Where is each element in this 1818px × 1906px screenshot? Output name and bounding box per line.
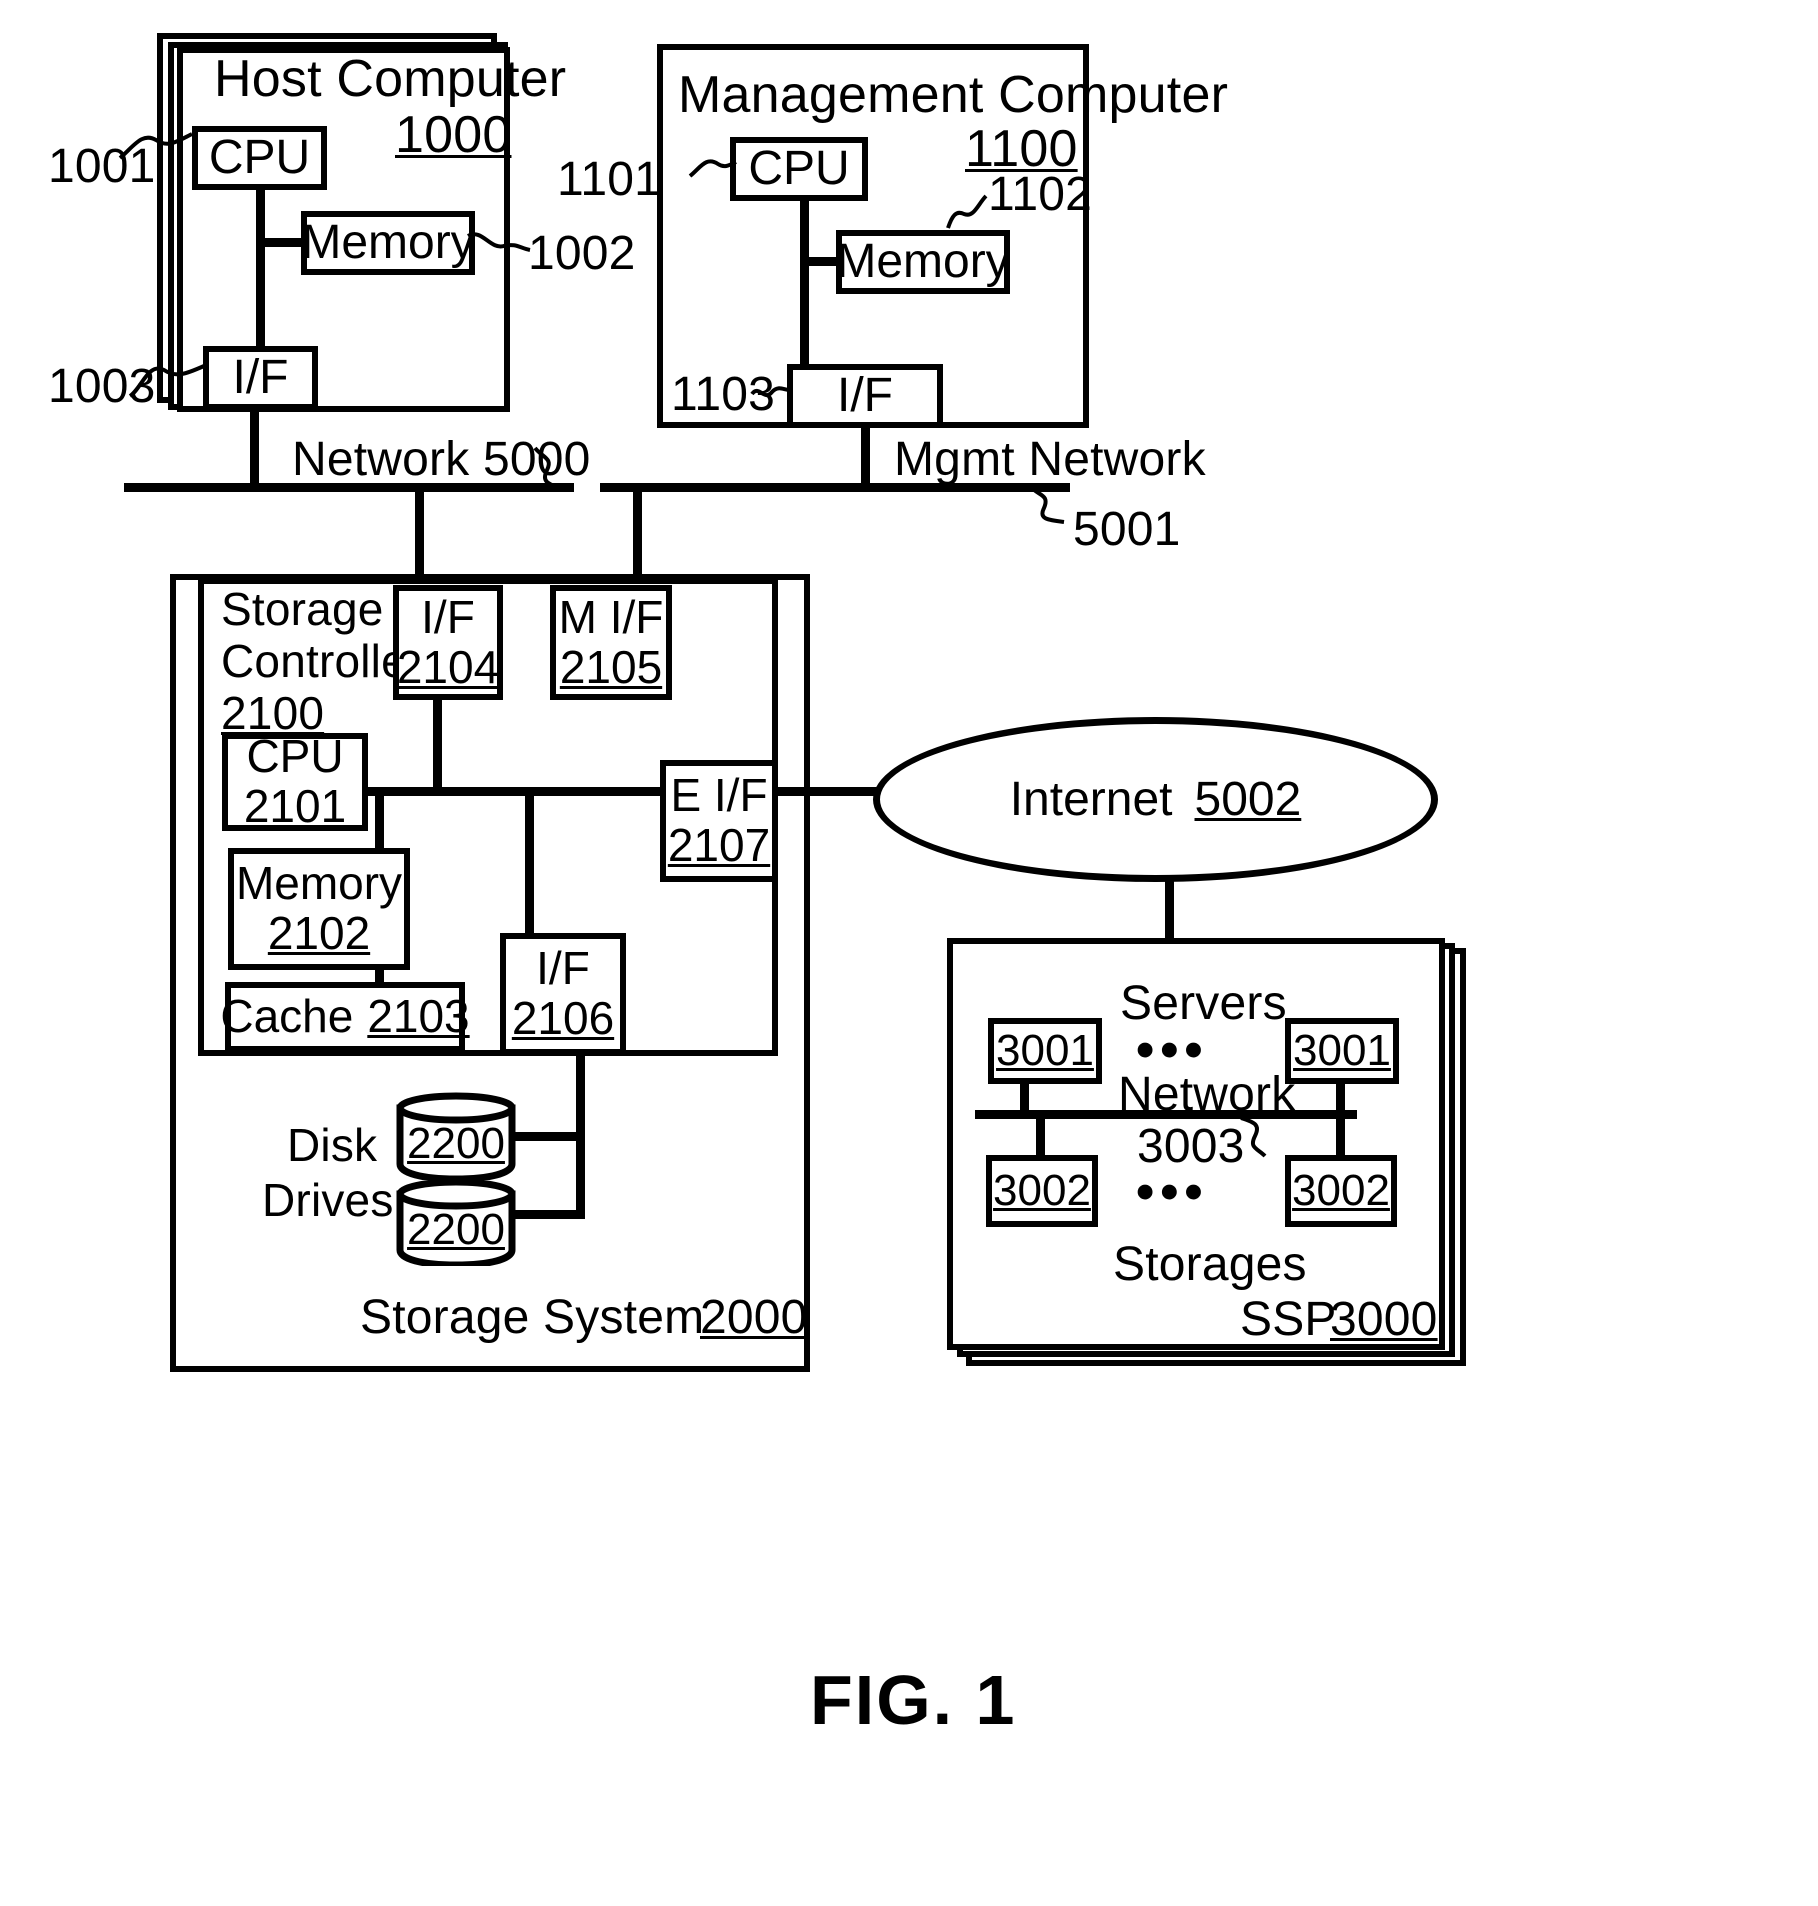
patent-figure-1: Host Computer 1000 CPU Memory I/F 1001 1… (0, 0, 1818, 1906)
ssp-ref: 3000 (1330, 1293, 1438, 1346)
internet-label: Internet (1009, 772, 1173, 826)
mgmt-iface-label: I/F (837, 369, 893, 423)
network-5000-label: Network 5000 (292, 433, 591, 486)
management-computer-title: Management Computer (678, 66, 1229, 124)
ssp-server-1-drop (1020, 1084, 1029, 1112)
mgmt-cpu-ref: 1101 (557, 153, 662, 206)
host-memory-ref: 1002 (528, 227, 636, 280)
host-computer-ref: 1000 (395, 106, 512, 164)
storage-cpu-label: CPU (246, 730, 344, 783)
ssp-server-2-ref: 3001 (1293, 1026, 1391, 1076)
ssp-storage-2-drop (1336, 1110, 1345, 1155)
eif-to-internet-line (778, 787, 878, 796)
storage-cache-ref: 2103 (367, 990, 470, 1043)
storage-memory-labels: Memory 2102 (228, 848, 410, 970)
storage-memory-ref: 2102 (267, 907, 371, 959)
storage-memory-label: Memory (235, 857, 403, 910)
disk-drive-2-ref: 2200 (407, 1205, 505, 1255)
mgmt-cpu-memory-bus-vert (800, 200, 809, 368)
host-iface-label: I/F (232, 351, 289, 405)
mgmt-memory-ref: 1102 (988, 168, 1093, 221)
iface2106-to-disk1-horiz (505, 1132, 585, 1141)
controller-bus-from-2104 (433, 700, 442, 795)
storage-iface-2106-labels: I/F 2106 (500, 933, 626, 1055)
host-cpu-ref: 1001 (48, 140, 156, 193)
storage-iface-2104-ref: 2104 (396, 640, 500, 693)
storage-system-title: Storage System (360, 1291, 705, 1344)
host-cpu-label: CPU (208, 131, 311, 185)
disk-drives-label-line2: Drives (262, 1174, 394, 1226)
storage-iface-2105-label: M I/F (558, 590, 664, 643)
internet-labels: Internet 5002 (873, 717, 1438, 882)
internet-ref: 5002 (1194, 772, 1302, 826)
ssp-storages-label: Storages (1113, 1238, 1307, 1291)
figure-caption: FIG. 1 (810, 1661, 1017, 1739)
controller-bus-main-horiz (358, 787, 678, 796)
storage-iface-2107-labels: E I/F 2107 (660, 760, 778, 882)
mgmt-iface-to-network (861, 428, 870, 485)
storage-iface-2107-ref: 2107 (667, 819, 771, 871)
mgmt-network-ref: 5001 (1073, 503, 1181, 556)
disk-drives-label-line1: Disk (287, 1119, 378, 1171)
disk-drive-1-ref: 2200 (407, 1119, 505, 1169)
ssp-storage-2-ref: 3002 (1292, 1166, 1390, 1216)
storage-cpu-ref: 2101 (243, 780, 347, 832)
storage-system-ref: 2000 (700, 1291, 808, 1344)
controller-bus-to-2106 (525, 787, 534, 955)
ssp-server-1-ref: 3001 (996, 1026, 1094, 1076)
iface2106-to-disk2-horiz (505, 1210, 585, 1219)
storage-iface-2107-label: E I/F (670, 769, 768, 822)
ssp-server-2-drop (1336, 1084, 1345, 1112)
host-computer-title: Host Computer (214, 50, 567, 108)
storage-cache-label: Cache (220, 990, 354, 1043)
storage-cache-labels: Cache 2103 (220, 982, 469, 1052)
ssp-storage-1-ref: 3002 (993, 1166, 1091, 1216)
ssp-title: SSP (1240, 1293, 1337, 1346)
storage-iface-2104-label: I/F (421, 590, 475, 643)
storage-iface-2106-label: I/F (536, 942, 590, 995)
host-iface-to-network (250, 410, 259, 485)
ssp-network-label: Network (1118, 1068, 1296, 1121)
storage-iface-2105-ref: 2105 (559, 640, 663, 693)
mgmt-network-label: Mgmt Network (894, 433, 1206, 486)
storage-controller-title-line1: Storage (221, 583, 384, 635)
ssp-storages-ellipsis: ••• (1136, 1163, 1209, 1221)
ssp-storage-1-drop (1036, 1110, 1045, 1155)
host-memory-label: Memory (301, 216, 475, 270)
storage-cpu-labels: CPU 2101 (222, 730, 368, 832)
storage-iface-2106-ref: 2106 (511, 992, 615, 1044)
storage-iface-2105-labels: M I/F 2105 (550, 585, 672, 700)
mgmt-iface-ref: 1103 (671, 368, 776, 421)
storage-iface-2104-labels: I/F 2104 (393, 585, 503, 700)
mgmt-memory-label: Memory (836, 235, 1010, 289)
host-iface-ref: 1003 (48, 360, 156, 413)
mgmt-cpu-label: CPU (748, 142, 850, 196)
internet-to-ssp-line (1165, 878, 1174, 944)
